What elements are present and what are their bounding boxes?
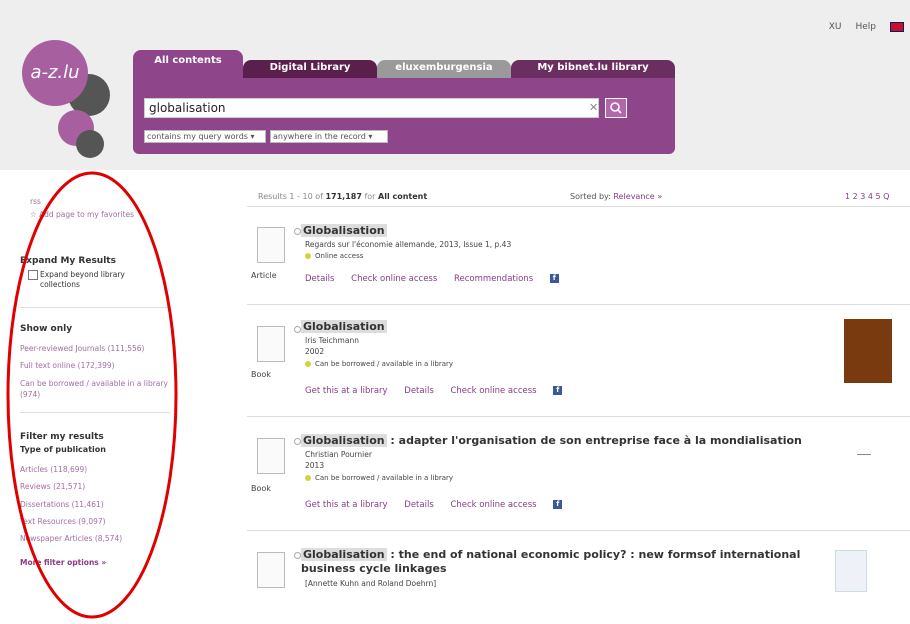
expand-title: Expand My Results	[20, 256, 116, 266]
availability-status: Online access	[305, 252, 363, 260]
show-only-full-text[interactable]: Full text online (172,399)	[20, 361, 115, 370]
top-links: XU Help	[829, 22, 904, 32]
availability-status: Can be borrowed / available in a library	[305, 474, 453, 482]
facebook-icon[interactable]: f	[553, 500, 563, 509]
filter-dissertations[interactable]: Dissertations (11,461)	[20, 500, 104, 509]
result-title-line2[interactable]: business cycle linkages	[301, 562, 447, 575]
result-title[interactable]: Globalisation : adapter l'organisation d…	[301, 434, 802, 447]
article-icon	[257, 227, 285, 263]
filter-newspaper-articles[interactable]: Newspaper Articles (8,574)	[20, 534, 122, 543]
result-select-checkbox[interactable]	[294, 326, 301, 333]
result-year: 2013	[305, 461, 325, 470]
tab-digital-library[interactable]: Digital Library	[243, 60, 377, 78]
result-title[interactable]: Globalisation	[301, 224, 387, 237]
result-author: [Annette Kuhn and Roland Doehrn]	[305, 579, 437, 588]
logo-dot-grey-2	[76, 130, 104, 158]
result-actions: Get this at a library Details Check onli…	[305, 386, 576, 396]
result-type-label: Article	[251, 271, 277, 280]
result-select-checkbox[interactable]	[294, 438, 301, 445]
result-actions: Details Check online access Recommendati…	[305, 274, 573, 284]
filter-reviews[interactable]: Reviews (21,571)	[20, 482, 85, 491]
book-icon	[257, 438, 285, 474]
get-at-library-link[interactable]: Get this at a library	[305, 386, 388, 396]
logo[interactable]: a-z.lu	[22, 40, 88, 106]
check-online-access-link[interactable]: Check online access	[351, 274, 437, 284]
filter-title: Filter my results	[20, 432, 104, 442]
details-link[interactable]: Details	[404, 386, 433, 396]
result-select-checkbox[interactable]	[294, 552, 301, 559]
result-select-checkbox[interactable]	[294, 228, 301, 235]
result-item: Book Globalisation Iris Teichmann 2002 C…	[247, 304, 910, 416]
recommendations-link[interactable]: Recommendations	[454, 274, 533, 284]
show-only-peer-reviewed[interactable]: Peer-reviewed Journals (111,556)	[20, 344, 144, 353]
check-online-access-link[interactable]: Check online access	[450, 500, 536, 510]
pagination[interactable]: 1 2 3 4 5 Q	[845, 192, 889, 201]
result-type-label: Book	[251, 370, 271, 379]
query-field-select[interactable]: anywhere in the record ▾	[270, 130, 388, 143]
filter-subtitle: Type of publication	[20, 445, 106, 454]
uk-flag-icon[interactable]	[890, 22, 904, 32]
results-count: Results 1 - 10 of 171,187 for All conten…	[258, 192, 428, 201]
top-link-help[interactable]: Help	[855, 22, 876, 32]
details-link[interactable]: Details	[305, 274, 334, 284]
header: XU Help a-z.lu All contents Digital Libr…	[0, 0, 910, 170]
filter-text-resources[interactable]: Text Resources (9,097)	[20, 517, 106, 526]
details-link[interactable]: Details	[404, 500, 433, 510]
book-icon	[257, 326, 285, 362]
get-at-library-link[interactable]: Get this at a library	[305, 500, 388, 510]
result-meta: Regards sur l'économie allemande, 2013, …	[305, 240, 512, 249]
rss-link[interactable]: rss	[30, 197, 41, 206]
result-author: Iris Teichmann	[305, 336, 359, 345]
book-cover-image[interactable]	[844, 319, 892, 383]
search-button[interactable]	[605, 98, 627, 118]
result-title[interactable]: Globalisation : the end of national econ…	[301, 548, 800, 561]
no-cover-dash	[857, 454, 871, 455]
result-item: Article Globalisation Regards sur l'écon…	[247, 206, 910, 304]
show-only-borrowable[interactable]: Can be borrowed / available in a library…	[20, 378, 170, 400]
favorites-link[interactable]: ☆ Add page to my favorites	[30, 210, 134, 219]
top-link-xu[interactable]: XU	[829, 22, 842, 32]
tab-my-library[interactable]: My bibnet.lu library	[511, 60, 675, 78]
facebook-icon[interactable]: f	[553, 386, 563, 395]
result-item: Book Globalisation : adapter l'organisat…	[247, 416, 910, 528]
show-only-title: Show only	[20, 324, 73, 334]
query-scope-select[interactable]: contains my query words ▾	[144, 130, 266, 143]
result-title[interactable]: Globalisation	[301, 320, 387, 333]
tab-eluxemburgensia[interactable]: eluxemburgensia	[377, 60, 511, 78]
search-icon	[610, 102, 622, 114]
sidebar-divider	[20, 307, 170, 308]
clear-icon[interactable]: ✕	[589, 101, 598, 114]
filter-articles[interactable]: Articles (118,699)	[20, 465, 87, 474]
cover-thumbnail[interactable]	[835, 550, 867, 592]
sidebar-divider	[20, 412, 170, 413]
check-online-access-link[interactable]: Check online access	[450, 386, 536, 396]
search-input[interactable]	[144, 98, 599, 118]
expand-checkbox[interactable]	[28, 270, 38, 280]
book-icon	[257, 552, 285, 588]
availability-status: Can be borrowed / available in a library	[305, 360, 453, 368]
sort-control[interactable]: Sorted by: Relevance »	[570, 192, 662, 201]
result-actions: Get this at a library Details Check onli…	[305, 500, 576, 510]
result-author: Christian Pournier	[305, 450, 372, 459]
result-year: 2002	[305, 347, 325, 356]
search-panel: ✕ contains my query words ▾ anywhere in …	[133, 78, 675, 154]
result-type-label: Book	[251, 484, 271, 493]
result-item: Globalisation : the end of national econ…	[247, 530, 910, 600]
facebook-icon[interactable]: f	[549, 274, 559, 283]
more-filter-options-link[interactable]: More filter options »	[20, 558, 106, 567]
expand-checkbox-label: Expand beyond library collections	[40, 270, 125, 289]
